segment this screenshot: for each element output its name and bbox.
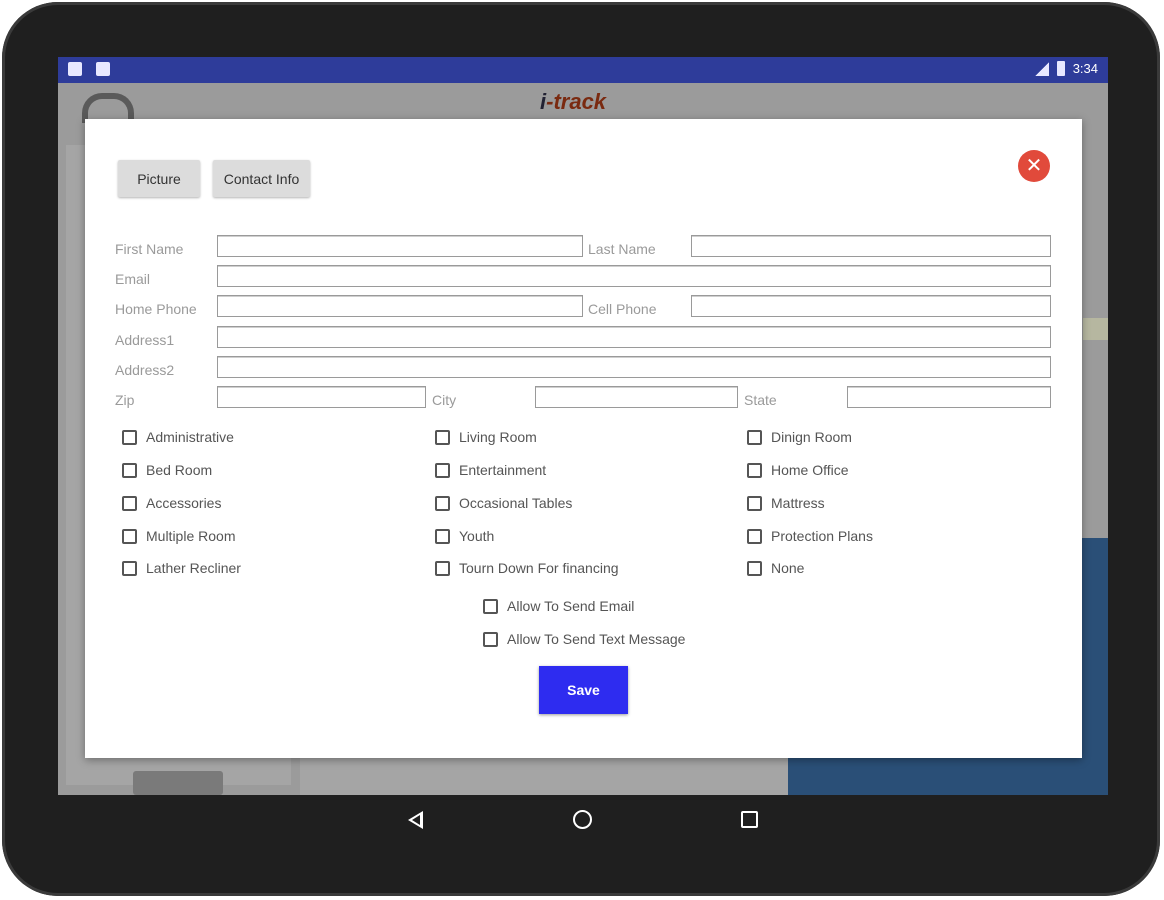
checkbox-box[interactable]	[435, 560, 450, 576]
checkbox-box[interactable]	[122, 560, 137, 576]
checkbox-box[interactable]	[122, 462, 137, 478]
back-icon[interactable]	[408, 811, 423, 829]
status-time: 3:34	[1072, 61, 1098, 76]
checkbox-box[interactable]	[747, 528, 762, 544]
close-button[interactable]: ✕	[1018, 150, 1050, 182]
checkbox-box[interactable]	[483, 598, 498, 614]
city-input[interactable]	[535, 386, 738, 408]
checkbox-box[interactable]	[747, 429, 762, 445]
checkbox-box[interactable]	[747, 495, 762, 511]
checkbox-box[interactable]	[747, 560, 762, 576]
checkbox-protection-plans[interactable]: Protection Plans	[747, 528, 873, 544]
home-phone-input[interactable]	[217, 295, 583, 317]
checkbox-box[interactable]	[122, 528, 137, 544]
status-bar: 3:34	[58, 57, 1108, 83]
save-button[interactable]: Save	[539, 666, 628, 714]
checkbox-box[interactable]	[435, 462, 450, 478]
address2-input[interactable]	[217, 356, 1051, 378]
sd-card-icon	[68, 62, 82, 76]
email-label: Email	[115, 271, 151, 287]
address1-label: Address1	[115, 332, 175, 348]
checkbox-box[interactable]	[747, 462, 762, 478]
checkbox-entertainment[interactable]: Entertainment	[435, 462, 546, 478]
cell-phone-input[interactable]	[691, 295, 1051, 317]
address2-label: Address2	[115, 362, 175, 378]
city-label: City	[432, 392, 457, 408]
checkbox-living-room[interactable]: Living Room	[435, 429, 537, 445]
checkbox-allow-email[interactable]: Allow To Send Email	[483, 598, 634, 614]
background-button	[133, 771, 223, 795]
cell-phone-label: Cell Phone	[588, 301, 657, 317]
checkbox-tourn-down-financing[interactable]: Tourn Down For financing	[435, 560, 619, 576]
checkbox-box[interactable]	[435, 429, 450, 445]
state-label: State	[744, 392, 777, 408]
checkbox-youth[interactable]: Youth	[435, 528, 494, 544]
first-name-label: First Name	[115, 241, 184, 257]
battery-icon	[1056, 61, 1065, 76]
contact-dialog: Picture Contact Info ✕ First Name Last N…	[85, 119, 1082, 758]
signal-icon	[1034, 61, 1049, 76]
recents-icon[interactable]	[741, 811, 758, 828]
close-icon: ✕	[1025, 155, 1043, 177]
checkbox-occasional-tables[interactable]: Occasional Tables	[435, 495, 572, 511]
checkbox-bed-room[interactable]: Bed Room	[122, 462, 212, 478]
notification-icon	[96, 62, 110, 76]
checkbox-lather-recliner[interactable]: Lather Recliner	[122, 560, 241, 576]
checkbox-dining-room[interactable]: Dinign Room	[747, 429, 852, 445]
checkbox-box[interactable]	[122, 495, 137, 511]
app-logo: i-track	[540, 89, 607, 114]
checkbox-administrative[interactable]: Administrative	[122, 429, 234, 445]
last-name-label: Last Name	[588, 241, 656, 257]
checkbox-multiple-room[interactable]: Multiple Room	[122, 528, 235, 544]
picture-button[interactable]: Picture	[118, 160, 200, 197]
checkbox-box[interactable]	[435, 528, 450, 544]
home-icon[interactable]	[573, 810, 592, 829]
zip-label: Zip	[115, 392, 135, 408]
checkbox-box[interactable]	[435, 495, 450, 511]
contact-info-button[interactable]: Contact Info	[213, 160, 310, 197]
email-input[interactable]	[217, 265, 1051, 287]
first-name-input[interactable]	[217, 235, 583, 257]
checkbox-none[interactable]: None	[747, 560, 804, 576]
checkbox-box[interactable]	[122, 429, 137, 445]
checkbox-allow-text[interactable]: Allow To Send Text Message	[483, 631, 685, 647]
home-phone-label: Home Phone	[115, 301, 197, 317]
navigation-bar	[58, 795, 1108, 847]
checkbox-mattress[interactable]: Mattress	[747, 495, 825, 511]
address1-input[interactable]	[217, 326, 1051, 348]
state-input[interactable]	[847, 386, 1051, 408]
background-highlight	[1083, 318, 1108, 340]
checkbox-home-office[interactable]: Home Office	[747, 462, 849, 478]
checkbox-box[interactable]	[483, 631, 498, 647]
checkbox-accessories[interactable]: Accessories	[122, 495, 221, 511]
last-name-input[interactable]	[691, 235, 1051, 257]
zip-input[interactable]	[217, 386, 426, 408]
